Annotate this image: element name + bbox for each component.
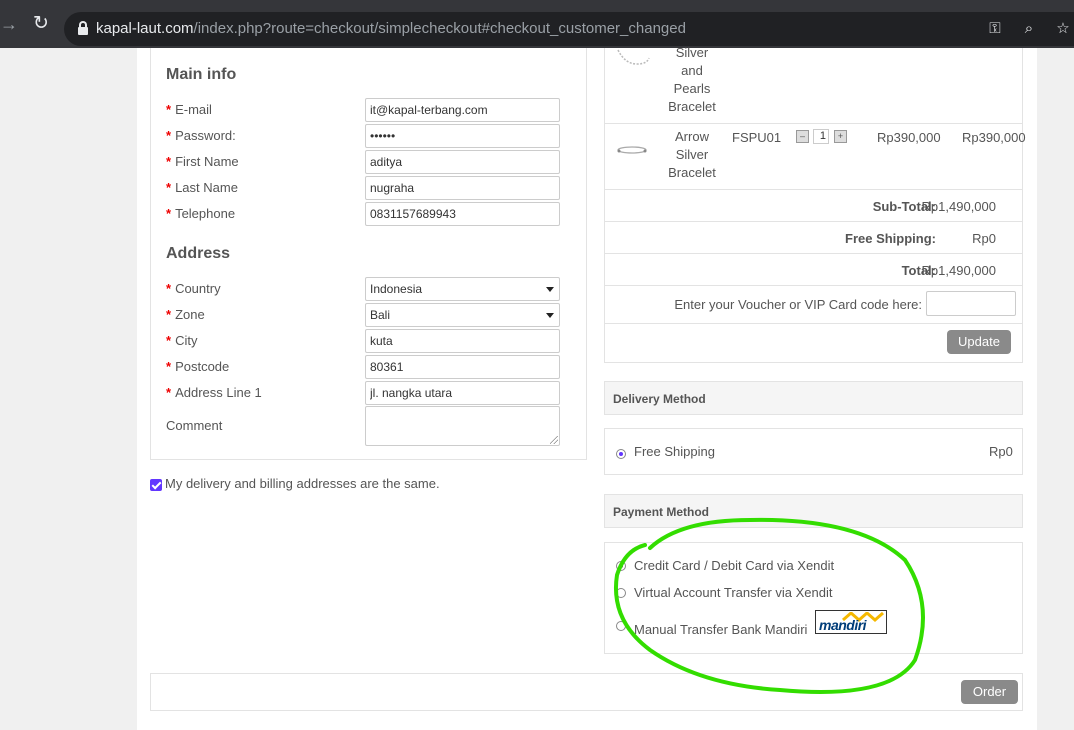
email-label: * E-mail bbox=[166, 102, 212, 117]
city-label: * City bbox=[166, 333, 198, 348]
address-bar[interactable]: kapal-laut.com/index.php?route=checkout/… bbox=[64, 12, 1074, 46]
telephone-field[interactable] bbox=[365, 202, 560, 226]
subtotal-row: Sub-Total: Rp1,490,000 bbox=[605, 190, 1022, 222]
total-row: Total: Rp1,490,000 bbox=[605, 254, 1022, 286]
main-info-title: Main info bbox=[166, 66, 237, 83]
qty-decrease-button[interactable]: – bbox=[796, 130, 809, 143]
delivery-method-header: Delivery Method bbox=[604, 381, 1023, 415]
cart-item-name[interactable]: Arrow Silver Bracelet bbox=[657, 128, 727, 182]
comment-label: Comment bbox=[166, 418, 223, 433]
qty-input[interactable]: 1 bbox=[813, 129, 829, 144]
chevron-down-icon bbox=[546, 287, 554, 292]
chevron-down-icon bbox=[546, 313, 554, 318]
country-select[interactable]: Indonesia bbox=[365, 277, 560, 301]
voucher-row: Enter your Voucher or VIP Card code here… bbox=[605, 286, 1022, 324]
lock-icon[interactable] bbox=[78, 21, 88, 35]
cart-item-total: Rp390,000 bbox=[962, 130, 1026, 145]
cart-border-right bbox=[1022, 48, 1023, 189]
zoom-icon[interactable]: ⌕ bbox=[1018, 18, 1040, 40]
order-bar: Order bbox=[150, 673, 1023, 711]
manual-transfer-radio[interactable] bbox=[616, 621, 626, 631]
same-address-label: My delivery and billing addresses are th… bbox=[165, 476, 440, 491]
url-path: /index.php?route=checkout/simplecheckout… bbox=[193, 20, 686, 37]
update-button[interactable]: Update bbox=[947, 330, 1011, 354]
address-line-1-label: * Address Line 1 bbox=[166, 385, 262, 400]
postcode-label: * Postcode bbox=[166, 359, 230, 374]
postcode-field[interactable] bbox=[365, 355, 560, 379]
mandiri-logo: mandiri bbox=[815, 610, 887, 634]
free-shipping-radio[interactable] bbox=[616, 449, 626, 459]
last-name-label: * Last Name bbox=[166, 180, 238, 195]
manual-transfer-label[interactable]: Manual Transfer Bank Mandiri bbox=[634, 622, 807, 637]
free-shipping-label[interactable]: Free Shipping bbox=[634, 444, 715, 459]
virtual-account-label[interactable]: Virtual Account Transfer via Xendit bbox=[634, 585, 832, 600]
free-shipping-cost: Rp0 bbox=[989, 444, 1013, 459]
order-button[interactable]: Order bbox=[961, 680, 1018, 704]
shipping-row: Free Shipping: Rp0 bbox=[605, 222, 1022, 254]
url-host: kapal-laut.com bbox=[96, 20, 194, 37]
country-label: * Country bbox=[166, 281, 221, 296]
key-icon[interactable]: ⚿ bbox=[984, 18, 1006, 40]
payment-method-header: Payment Method bbox=[604, 494, 1023, 528]
city-field[interactable] bbox=[365, 329, 560, 353]
voucher-input[interactable] bbox=[926, 291, 1016, 316]
checkout-page: Main info *E-mail *Password: *First Name… bbox=[137, 45, 1037, 730]
subtotal-value: Rp1,490,000 bbox=[921, 199, 996, 214]
last-name-field[interactable] bbox=[365, 176, 560, 200]
country-value: Indonesia bbox=[370, 282, 423, 296]
zone-label: * Zone bbox=[166, 307, 205, 322]
address-line-1-field[interactable] bbox=[365, 381, 560, 405]
forward-arrow-icon[interactable]: → bbox=[0, 14, 20, 34]
browser-toolbar: → ↻ kapal-laut.com/index.php?route=check… bbox=[0, 0, 1074, 48]
shipping-value: Rp0 bbox=[972, 231, 996, 246]
shipping-label: Free Shipping: bbox=[845, 231, 936, 246]
credit-card-radio[interactable] bbox=[616, 561, 626, 571]
qty-increase-button[interactable]: + bbox=[834, 130, 847, 143]
bookmark-star-icon[interactable]: ☆ bbox=[1052, 18, 1074, 40]
address-title: Address bbox=[166, 245, 231, 262]
virtual-account-radio[interactable] bbox=[616, 588, 626, 598]
zone-select[interactable]: Bali bbox=[365, 303, 560, 327]
cart-item-name[interactable]: Silver and Pearls Bracelet bbox=[657, 44, 727, 116]
cart-border-left bbox=[604, 48, 605, 189]
credit-card-label[interactable]: Credit Card / Debit Card via Xendit bbox=[634, 558, 834, 573]
mandiri-logo-text: mandiri bbox=[819, 617, 867, 633]
telephone-label: * Telephone bbox=[166, 206, 236, 221]
url-text[interactable]: kapal-laut.com/index.php?route=checkout/… bbox=[96, 20, 686, 37]
voucher-label: Enter your Voucher or VIP Card code here… bbox=[674, 297, 922, 312]
comment-textarea[interactable] bbox=[365, 406, 560, 446]
bracelet-thumbnail[interactable] bbox=[614, 143, 650, 159]
cart-item-model: FSPU01 bbox=[732, 130, 782, 145]
password-field[interactable] bbox=[365, 124, 560, 148]
cart-row-divider bbox=[604, 123, 1023, 124]
cart-totals: Sub-Total: Rp1,490,000 Free Shipping: Rp… bbox=[604, 189, 1023, 363]
reload-icon[interactable]: ↻ bbox=[30, 13, 52, 35]
same-address-checkbox[interactable] bbox=[150, 479, 162, 491]
total-value: Rp1,490,000 bbox=[921, 263, 996, 278]
cart-item-price: Rp390,000 bbox=[877, 130, 941, 145]
first-name-field[interactable] bbox=[365, 150, 560, 174]
zone-value: Bali bbox=[370, 308, 391, 322]
email-field[interactable] bbox=[365, 98, 560, 122]
resize-grip-icon[interactable] bbox=[550, 436, 558, 444]
bracelet-thumbnail[interactable] bbox=[615, 48, 651, 68]
password-label: * Password: bbox=[166, 128, 236, 143]
update-row: Update bbox=[605, 324, 1022, 362]
first-name-label: * First Name bbox=[166, 154, 239, 169]
